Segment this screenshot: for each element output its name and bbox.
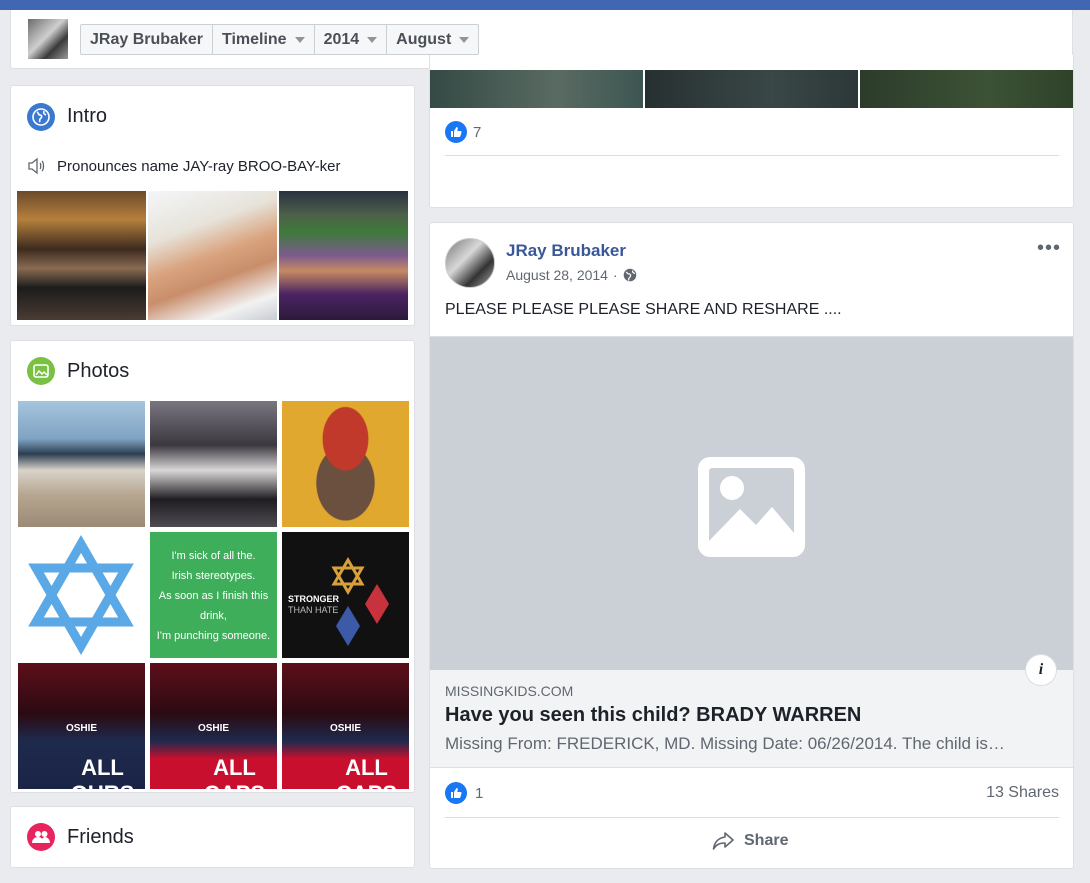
share-button[interactable]: Share	[712, 831, 788, 851]
post-stats: 1 13 Shares	[445, 782, 1059, 804]
tile-text: STRONGER	[288, 594, 340, 604]
photo-tile[interactable]	[18, 532, 145, 658]
breadcrumb-year[interactable]: 2014	[315, 25, 388, 54]
photo-tile[interactable]	[18, 401, 145, 527]
speaker-icon[interactable]	[27, 157, 47, 175]
post-date[interactable]: August 28, 2014	[506, 267, 608, 283]
photos-title: Photos	[67, 360, 130, 382]
caret-down-icon	[294, 36, 305, 43]
like-icon	[445, 121, 467, 143]
photo-tile[interactable]	[150, 401, 277, 527]
globe-icon	[27, 103, 55, 131]
link-domain: MISSINGKIDS.COM	[445, 683, 574, 699]
photo-tile[interactable]: I'm sick of all the. Irish stereotypes. …	[150, 532, 277, 658]
separator-dot: ·	[612, 267, 618, 283]
photos-card: Photos I'm sick of all the. Irish stereo…	[10, 340, 415, 793]
link-title[interactable]: Have you seen this child? BRADY WARREN	[445, 704, 861, 727]
divider	[445, 817, 1059, 818]
pronunciation-row: Pronounces name JAY-ray BROO-BAY-ker	[27, 157, 340, 175]
breadcrumb-label: Timeline	[221, 30, 287, 48]
photo-tile[interactable]: STRONGER THAN HATE	[282, 532, 409, 658]
tile-text: ALL CAPS	[204, 755, 265, 789]
previous-post-photos[interactable]	[430, 70, 1073, 108]
photo-tile[interactable]: OSHIE ALL CAPS	[150, 663, 277, 789]
breadcrumb-label: 2014	[323, 30, 360, 48]
breadcrumb-month[interactable]: August	[387, 25, 478, 54]
image-placeholder-icon	[698, 457, 805, 557]
photo-tile[interactable]	[282, 401, 409, 527]
author-avatar[interactable]	[445, 238, 495, 288]
photo-icon	[27, 357, 55, 385]
link-preview-image[interactable]: i	[430, 336, 1073, 686]
reactions-row[interactable]: 1	[445, 782, 483, 804]
tile-text: I'm sick of all the.	[171, 550, 256, 562]
tile-text: As soon as I finish this drink,	[158, 590, 269, 622]
photo-tile[interactable]: OSHIE ALL OURS	[18, 663, 145, 789]
featured-photo[interactable]	[148, 191, 277, 320]
link-description: Missing From: FREDERICK, MD. Missing Dat…	[445, 734, 1005, 753]
share-icon	[712, 832, 734, 850]
profile-thumbnail[interactable]	[28, 19, 68, 59]
shares-count[interactable]: 13 Shares	[986, 784, 1059, 802]
divider	[445, 155, 1059, 156]
breadcrumb-profile-name[interactable]: JRay Brubaker	[81, 25, 213, 54]
reactions-row[interactable]: 7	[445, 121, 481, 143]
pronunciation-text: Pronounces name JAY-ray BROO-BAY-ker	[57, 157, 341, 175]
like-icon	[445, 782, 467, 804]
tile-text: ALL CAPS	[336, 755, 397, 789]
breadcrumb-label: August	[396, 30, 452, 48]
tile-text: OSHIE	[65, 723, 98, 734]
caret-down-icon	[459, 36, 470, 43]
featured-photo[interactable]	[279, 191, 408, 320]
like-count: 7	[473, 123, 482, 141]
share-label: Share	[744, 832, 789, 849]
post-text: PLEASE PLEASE PLEASE SHARE AND RESHARE .…	[445, 301, 842, 318]
caret-down-icon	[367, 36, 378, 43]
friends-title: Friends	[67, 826, 134, 848]
tile-text: OSHIE	[197, 723, 230, 734]
breadcrumb-timeline[interactable]: Timeline	[213, 25, 315, 54]
tile-text: THAN HATE	[288, 605, 339, 615]
info-button[interactable]: i	[1025, 654, 1057, 686]
friends-card: Friends	[10, 806, 415, 868]
like-count: 1	[475, 784, 484, 802]
featured-photos	[17, 191, 408, 320]
photo-tile[interactable]: OSHIE ALL CAPS	[282, 663, 409, 789]
more-options-button[interactable]: •••	[1037, 237, 1061, 260]
link-preview[interactable]: MISSINGKIDS.COM Have you seen this child…	[430, 670, 1073, 768]
timeline-post: JRay Brubaker August 28, 2014 · ••• PLEA…	[429, 222, 1074, 869]
breadcrumb-label: JRay Brubaker	[90, 30, 203, 48]
photos-grid: I'm sick of all the. Irish stereotypes. …	[18, 401, 409, 789]
friends-icon	[27, 823, 55, 851]
tile-text: ALL OURS	[71, 755, 135, 789]
breadcrumb: JRay Brubaker Timeline 2014 August	[80, 24, 480, 55]
tile-text: OSHIE	[329, 723, 362, 734]
top-navigation-bar	[0, 0, 1090, 10]
globe-icon[interactable]	[623, 268, 637, 282]
intro-card: Intro Pronounces name JAY-ray BROO-BAY-k…	[10, 85, 415, 326]
previous-post: 7	[429, 55, 1074, 208]
intro-title: Intro	[67, 105, 108, 127]
post-timestamp: August 28, 2014 ·	[506, 267, 637, 283]
tile-text: I'm punching someone.	[156, 630, 271, 642]
tile-text: Irish stereotypes.	[171, 570, 256, 582]
featured-photo[interactable]	[17, 191, 146, 320]
author-name[interactable]: JRay Brubaker	[506, 241, 626, 261]
